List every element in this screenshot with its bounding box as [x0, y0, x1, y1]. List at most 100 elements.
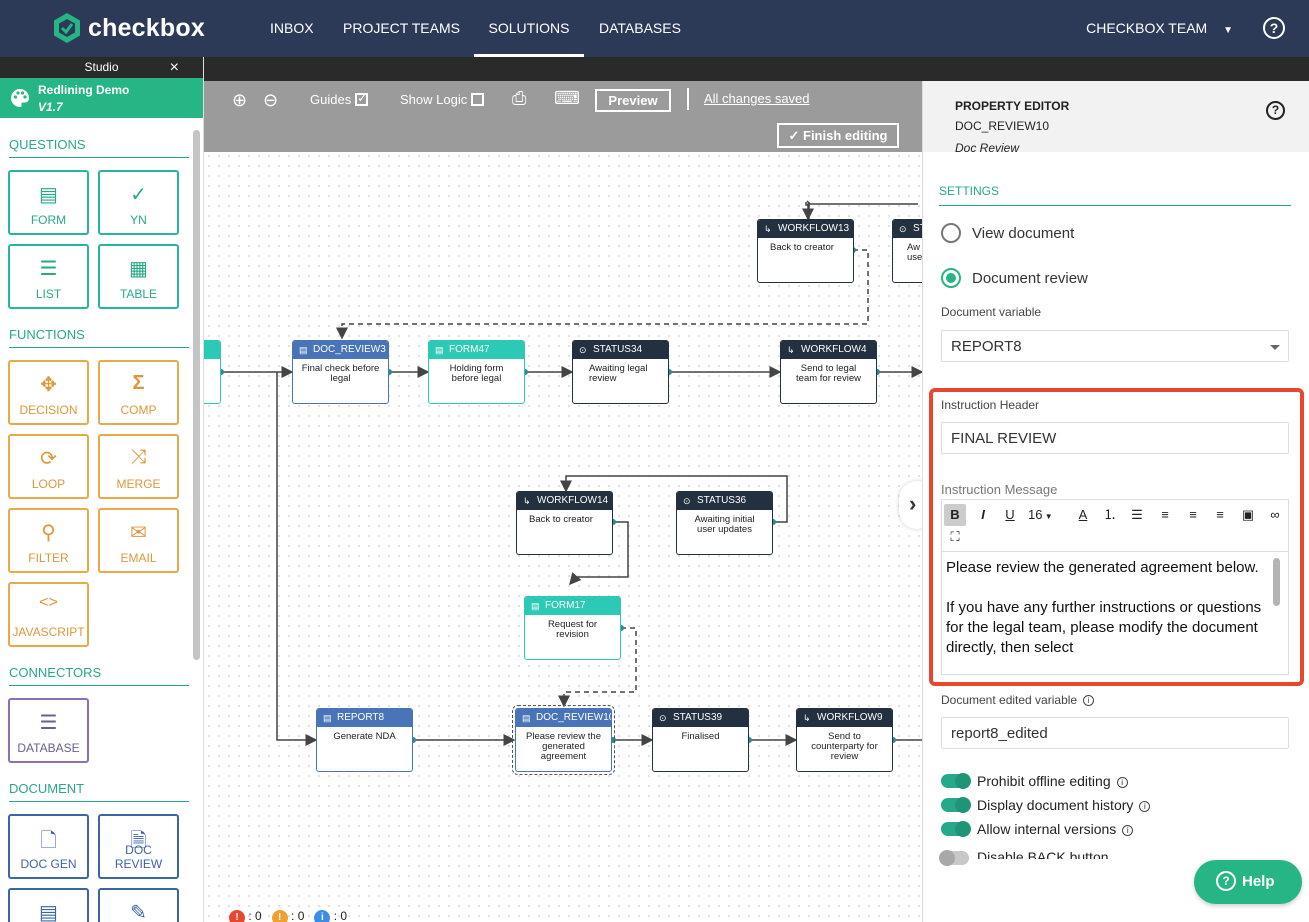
palette-icon [11, 88, 30, 107]
radio-view-document[interactable] [941, 223, 961, 243]
toggle-label-text: Allow internal versions [977, 821, 1117, 837]
flow-node-partial[interactable] [204, 340, 221, 404]
edited-variable-label: Document edited variable i [941, 693, 1095, 707]
flow-node-status36[interactable]: ⊙ STATUS36 Awaiting initial user updates [676, 491, 773, 555]
edited-variable-input[interactable]: report8_edited [941, 717, 1289, 749]
team-menu[interactable]: CHECKBOX TEAM ▼ [1086, 0, 1233, 59]
error-count-value: 0 [255, 909, 262, 922]
sidebar-scrollbar[interactable] [193, 130, 200, 660]
tool-merge[interactable]: ⤨ MERGE [98, 434, 179, 499]
info-icon[interactable]: i [1083, 695, 1095, 706]
help-icon[interactable]: ? [1266, 101, 1285, 120]
settings-section-title: SETTINGS [939, 184, 1291, 206]
table-icon: ▦ [129, 258, 148, 280]
status-icon: ⊙ [579, 345, 587, 355]
flow-node-report8[interactable]: ▤ REPORT8 Generate NDA [316, 708, 413, 772]
app-version: V1.7 [38, 100, 63, 114]
form-icon: ▤ [435, 345, 444, 355]
info-count[interactable]: i : 0 [314, 909, 347, 922]
toggle-disable-back-label: Disable BACK button [977, 849, 1109, 859]
tool-email-label: EMAIL [120, 551, 157, 565]
guides-toggle[interactable]: Guides ✓ [310, 91, 369, 107]
flow-node-workflow13[interactable]: ↳ WORKFLOW13 Back to creator [757, 219, 854, 283]
flow-node-status-partial[interactable]: ⊙ ST Aw use [892, 219, 922, 283]
toggle-disable-back[interactable] [939, 850, 969, 866]
flow-node-form47[interactable]: ▤ FORM47 Holding form before legal [428, 340, 525, 404]
edited-variable-value: report8_edited [951, 725, 1048, 742]
workflow-canvas[interactable]: ↳ WORKFLOW13 Back to creator ⊙ ST Aw use ▤… [204, 81, 922, 922]
preview-button[interactable]: Preview [595, 89, 671, 112]
node-body: Back to creator [529, 514, 593, 525]
node-name: DOC_REVIEW10 [955, 119, 1050, 133]
saved-status-link[interactable]: All changes saved [704, 91, 810, 106]
nav-databases[interactable]: DATABASES [599, 0, 681, 57]
tool-doc-gen[interactable]: 🗋 DOC GEN [8, 814, 89, 879]
toggle-prohibit-offline[interactable] [941, 773, 971, 789]
error-icon: ! [229, 910, 245, 922]
tool-form[interactable]: ▤ FORM [8, 170, 89, 235]
doc-review-icon: ▤ [522, 713, 531, 723]
flow-node-doc-review3[interactable]: ▤ DOC_REVIEW3 Final check before legal [292, 340, 389, 404]
form-icon: ▤ [531, 601, 540, 611]
tool-table[interactable]: ▦ TABLE [98, 244, 179, 309]
toggle-document-history[interactable] [941, 797, 971, 813]
help-button-label: Help [1242, 873, 1275, 890]
flow-node-doc-review10[interactable]: ▤ DOC_REVIEW10 Please review the generate… [512, 705, 615, 775]
tool-database[interactable]: ☰ DATABASE [8, 698, 89, 763]
flow-node-workflow4[interactable]: ↳ WORKFLOW4 Send to legal team for review [780, 340, 877, 404]
tool-decision[interactable]: ✥ DECISION [8, 360, 89, 425]
show-logic-checkbox[interactable] [471, 93, 485, 106]
tool-comp[interactable]: Σ COMP [98, 360, 179, 425]
tool-decision-label: DECISION [19, 403, 78, 417]
node-body: Aw use [907, 242, 922, 263]
tool-doc-list[interactable]: ▤ [8, 888, 89, 922]
finish-editing-button[interactable]: ✓ Finish editing [777, 123, 899, 148]
tool-doc-review[interactable]: 🗎 DOC REVIEW [98, 814, 179, 879]
logo[interactable]: checkbox [52, 12, 205, 44]
keyboard-icon[interactable]: ⌨ [554, 88, 580, 109]
info-icon[interactable]: i [1139, 801, 1151, 812]
tool-list[interactable]: ☰ LIST [8, 244, 89, 309]
node-header: STATUS39 [673, 712, 723, 723]
nav-project-teams[interactable]: PROJECT TEAMS [343, 0, 460, 57]
warning-count[interactable]: ! : 0 [271, 909, 304, 922]
tool-yn[interactable]: ✓ YN [98, 170, 179, 235]
finish-editing-label: Finish editing [803, 128, 888, 143]
collapse-panel-button[interactable]: › [899, 481, 922, 529]
section-connectors: CONNECTORS [9, 665, 189, 686]
help-icon[interactable]: ? [1263, 17, 1285, 39]
nav-solutions[interactable]: SOLUTIONS [474, 0, 584, 57]
info-icon[interactable]: i [1116, 777, 1128, 788]
flow-node-workflow14[interactable]: ↳ WORKFLOW14 Back to creator [516, 491, 613, 555]
guides-checkbox[interactable]: ✓ [355, 91, 369, 106]
show-logic-toggle[interactable]: Show Logic [400, 92, 485, 107]
toggle-internal-versions[interactable] [941, 821, 971, 837]
document-variable-select[interactable]: REPORT8 [941, 330, 1289, 362]
status-icon: ⊙ [683, 496, 691, 506]
radio-document-review-label[interactable]: Document review [972, 270, 1088, 287]
help-button[interactable]: ? Help [1194, 860, 1302, 904]
info-icon[interactable]: i [1122, 825, 1134, 836]
flow-node-status39[interactable]: ⊙ STATUS39 Finalised [652, 708, 749, 772]
tool-loop[interactable]: ⟳ LOOP [8, 434, 89, 499]
radio-document-review[interactable] [941, 268, 961, 288]
tool-filter[interactable]: ⚲ FILTER [8, 508, 89, 573]
print-icon[interactable]: ⎙ [512, 88, 526, 109]
zoom-out-icon[interactable]: ⊖ [263, 90, 278, 111]
tool-email[interactable]: ✉ EMAIL [98, 508, 179, 573]
tool-doc-edit[interactable]: ✎ [98, 888, 179, 922]
flow-node-workflow9[interactable]: ↳ WORKFLOW9 Send to counterparty for revi… [796, 708, 893, 772]
team-name: CHECKBOX TEAM [1086, 20, 1208, 36]
sigma-icon: Σ [132, 372, 145, 394]
nav-inbox[interactable]: INBOX [270, 0, 314, 57]
arrows-icon: ✥ [40, 374, 57, 396]
flow-node-form17[interactable]: ▤ FORM17 Request for revision [524, 596, 621, 660]
flow-node-status34[interactable]: ⊙ STATUS34 Awaiting legal review [572, 340, 669, 404]
radio-view-document-label[interactable]: View document [972, 225, 1074, 242]
zoom-in-icon[interactable]: ⊕ [232, 90, 247, 111]
tool-javascript[interactable]: <> JAVASCRIPT [8, 582, 89, 647]
section-document: DOCUMENT [9, 781, 189, 802]
highlight-annotation [929, 388, 1304, 686]
error-count[interactable]: ! : 0 [229, 909, 262, 922]
close-icon[interactable]: × [170, 57, 179, 78]
